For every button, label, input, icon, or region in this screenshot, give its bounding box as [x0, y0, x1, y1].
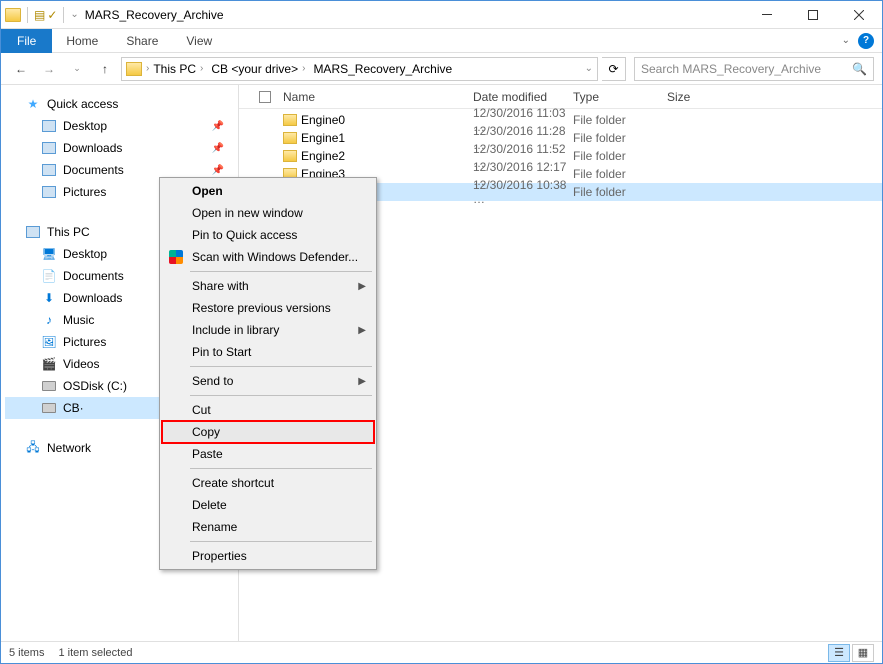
sidebar-item[interactable]: Desktop📌 — [5, 115, 234, 137]
help-icon[interactable]: ? — [858, 33, 874, 49]
pin-icon: 📌 — [212, 165, 224, 176]
col-type[interactable]: Type — [573, 90, 667, 104]
select-all-checkbox[interactable] — [259, 91, 271, 103]
status-selected: 1 item selected — [58, 647, 132, 659]
context-menu-item[interactable]: Open — [162, 180, 374, 202]
context-menu-item[interactable]: Restore previous versions — [162, 297, 374, 319]
menu-separator — [190, 366, 372, 367]
context-menu-item[interactable]: Rename — [162, 516, 374, 538]
recent-dropdown[interactable]: ⌄ — [65, 57, 89, 81]
context-menu-item[interactable]: Delete — [162, 494, 374, 516]
chevron-right-icon[interactable]: › — [302, 63, 305, 74]
item-icon — [41, 400, 57, 416]
menu-separator — [190, 468, 372, 469]
view-details-button[interactable]: ☰ — [828, 644, 850, 662]
context-menu-item[interactable]: Scan with Windows Defender... — [162, 246, 374, 268]
item-icon: 🖼 — [41, 334, 57, 350]
context-menu-item[interactable]: Properties — [162, 545, 374, 567]
back-button[interactable]: ← — [9, 57, 33, 81]
chevron-right-icon: ▶ — [358, 376, 366, 387]
network-icon: 🖧 — [25, 440, 41, 456]
context-menu-item[interactable]: Paste — [162, 443, 374, 465]
item-icon: ♪ — [41, 312, 57, 328]
folder-icon — [283, 150, 297, 162]
titlebar: ▤ ✓ ⌄ MARS_Recovery_Archive — [1, 1, 882, 29]
folder-icon — [41, 140, 57, 156]
pin-icon: 📌 — [212, 121, 224, 132]
doc-icon: ▤ — [34, 8, 45, 22]
star-icon: ★ — [25, 96, 41, 112]
pc-icon — [25, 224, 41, 240]
ribbon-tab-view[interactable]: View — [172, 29, 226, 53]
breadcrumb[interactable]: › This PC› CB <your drive>› MARS_Recover… — [121, 57, 598, 81]
maximize-button[interactable] — [790, 1, 836, 29]
folder-icon — [5, 8, 21, 22]
view-large-button[interactable]: ▦ — [852, 644, 874, 662]
refresh-button[interactable]: ⟳ — [602, 57, 626, 81]
item-icon: 📄 — [41, 268, 57, 284]
menu-separator — [190, 395, 372, 396]
pin-icon: 📌 — [212, 143, 224, 154]
titlebar-quick-icons: ▤ ✓ ⌄ — [1, 7, 79, 23]
context-menu-item[interactable]: Cut — [162, 399, 374, 421]
item-icon: 🎬 — [41, 356, 57, 372]
search-icon[interactable]: 🔍 — [852, 62, 867, 76]
menu-separator — [190, 541, 372, 542]
folder-icon — [283, 114, 297, 126]
context-menu-item[interactable]: Pin to Start — [162, 341, 374, 363]
overflow-icon[interactable]: ⌄ — [70, 9, 78, 20]
folder-icon — [283, 132, 297, 144]
chevron-right-icon: ▶ — [358, 281, 366, 292]
chevron-down-icon[interactable]: ⌄ — [585, 63, 593, 74]
ribbon-tab-home[interactable]: Home — [52, 29, 112, 53]
addressbar: ← → ⌄ ↑ › This PC› CB <your drive>› MARS… — [1, 53, 882, 85]
folder-icon — [41, 162, 57, 178]
forward-button[interactable]: → — [37, 57, 61, 81]
up-button[interactable]: ↑ — [93, 57, 117, 81]
search-box[interactable]: 🔍 — [634, 57, 874, 81]
minimize-button[interactable] — [744, 1, 790, 29]
context-menu-item[interactable]: Share with▶ — [162, 275, 374, 297]
ribbon-tab-share[interactable]: Share — [112, 29, 172, 53]
context-menu-item[interactable]: Create shortcut — [162, 472, 374, 494]
divider — [63, 7, 64, 23]
window-title: MARS_Recovery_Archive — [85, 8, 224, 22]
folder-icon — [41, 184, 57, 200]
col-size[interactable]: Size — [667, 90, 717, 104]
breadcrumb-seg: This PC› — [149, 62, 207, 76]
statusbar: 5 items 1 item selected ☰ ▦ — [1, 641, 882, 663]
chevron-right-icon: ▶ — [358, 325, 366, 336]
folder-icon — [126, 62, 142, 76]
close-button[interactable] — [836, 1, 882, 29]
folder-icon — [41, 118, 57, 134]
sidebar-item[interactable]: Downloads📌 — [5, 137, 234, 159]
context-menu-item[interactable]: Include in library▶ — [162, 319, 374, 341]
context-menu-item[interactable]: Pin to Quick access — [162, 224, 374, 246]
item-icon: 🖥 — [41, 246, 57, 262]
window-controls — [744, 1, 882, 29]
item-icon — [41, 378, 57, 394]
breadcrumb-seg: MARS_Recovery_Archive — [309, 62, 456, 76]
context-menu-item[interactable]: Send to▶ — [162, 370, 374, 392]
file-tab[interactable]: File — [1, 29, 52, 53]
context-menu-item[interactable]: Copy — [162, 421, 374, 443]
col-name[interactable]: Name — [283, 90, 473, 104]
sidebar-quick-access[interactable]: ★ Quick access — [5, 93, 234, 115]
context-menu: OpenOpen in new windowPin to Quick acces… — [159, 177, 377, 570]
check-icon: ✓ — [47, 8, 57, 22]
item-icon: ⬇ — [41, 290, 57, 306]
ribbon: File Home Share View ⌄ ? — [1, 29, 882, 53]
context-menu-item[interactable]: Open in new window — [162, 202, 374, 224]
col-date[interactable]: Date modified — [473, 90, 573, 104]
chevron-right-icon[interactable]: › — [200, 63, 203, 74]
divider — [27, 7, 28, 23]
search-input[interactable] — [641, 62, 867, 76]
status-count: 5 items — [9, 647, 44, 659]
chevron-down-icon[interactable]: ⌄ — [842, 35, 850, 46]
breadcrumb-seg: CB <your drive>› — [207, 62, 309, 76]
menu-separator — [190, 271, 372, 272]
defender-icon — [168, 249, 184, 265]
